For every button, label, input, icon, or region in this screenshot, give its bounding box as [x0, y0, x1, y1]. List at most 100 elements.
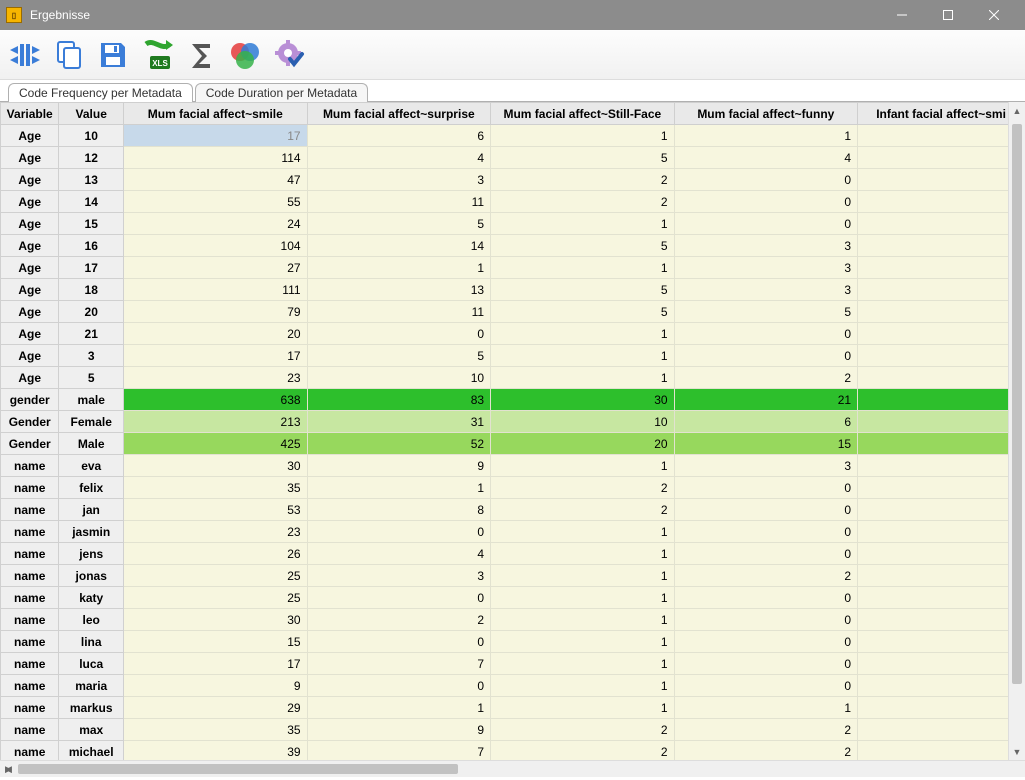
cell-data[interactable]: 0: [674, 543, 858, 565]
cell-data[interactable]: 2: [491, 741, 675, 761]
cell-data[interactable]: 0: [307, 631, 491, 653]
cell-data[interactable]: 25: [124, 587, 308, 609]
cell-data[interactable]: 1: [491, 587, 675, 609]
cell-data[interactable]: 13: [307, 279, 491, 301]
cell-data[interactable]: 1: [307, 477, 491, 499]
table-row[interactable]: namejasmin23010: [1, 521, 1025, 543]
cell-data[interactable]: 21: [674, 389, 858, 411]
cell-data[interactable]: 0: [674, 499, 858, 521]
cell-data[interactable]: 0: [307, 323, 491, 345]
table-row[interactable]: namemichael39722: [1, 741, 1025, 761]
cell-data[interactable]: 111: [124, 279, 308, 301]
cell-data[interactable]: [858, 455, 1025, 477]
cell-data[interactable]: 2: [674, 565, 858, 587]
cell-data[interactable]: [858, 323, 1025, 345]
cell-data[interactable]: 0: [674, 653, 858, 675]
cell-data[interactable]: 5: [491, 279, 675, 301]
cell-data[interactable]: [858, 169, 1025, 191]
cell-data[interactable]: 3: [674, 257, 858, 279]
cell-data[interactable]: 1: [491, 565, 675, 587]
cell-data[interactable]: 4: [307, 543, 491, 565]
cell-data[interactable]: 1: [307, 697, 491, 719]
table-row[interactable]: namejan53820: [1, 499, 1025, 521]
save-button[interactable]: [96, 38, 130, 72]
cell-data[interactable]: 10: [491, 411, 675, 433]
table-row[interactable]: Age1347320: [1, 169, 1025, 191]
cell-data[interactable]: 3: [674, 235, 858, 257]
cell-data[interactable]: 52: [307, 433, 491, 455]
col-smile[interactable]: Mum facial affect~smile: [124, 103, 308, 125]
cell-data[interactable]: [858, 213, 1025, 235]
cell-data[interactable]: 2: [674, 367, 858, 389]
col-funny[interactable]: Mum facial affect~funny: [674, 103, 858, 125]
cell-data[interactable]: 2: [491, 191, 675, 213]
table-row[interactable]: Age317510: [1, 345, 1025, 367]
horizontal-scrollbar[interactable]: ◀ ▶: [0, 760, 1025, 777]
cell-data[interactable]: 23: [124, 367, 308, 389]
cell-data[interactable]: 1: [491, 631, 675, 653]
cell-data[interactable]: [858, 697, 1025, 719]
cell-data[interactable]: [858, 235, 1025, 257]
horizontal-scroll-thumb[interactable]: [18, 764, 458, 774]
cell-data[interactable]: 0: [307, 521, 491, 543]
table-row[interactable]: nameeva30913: [1, 455, 1025, 477]
cell-data[interactable]: 35: [124, 719, 308, 741]
cell-data[interactable]: [858, 345, 1025, 367]
cell-data[interactable]: 23: [124, 521, 308, 543]
cell-data[interactable]: 5: [491, 235, 675, 257]
cell-data[interactable]: 53: [124, 499, 308, 521]
cell-data[interactable]: [858, 741, 1025, 761]
table-row[interactable]: Age1524510: [1, 213, 1025, 235]
cell-data[interactable]: 3: [674, 455, 858, 477]
cell-data[interactable]: 14: [307, 235, 491, 257]
cell-data[interactable]: 35: [124, 477, 308, 499]
cell-data[interactable]: 1: [491, 609, 675, 631]
cell-data[interactable]: 11: [307, 191, 491, 213]
cell-data[interactable]: [858, 411, 1025, 433]
table-row[interactable]: nameluca17710: [1, 653, 1025, 675]
cell-data[interactable]: 0: [307, 587, 491, 609]
cell-data[interactable]: 47: [124, 169, 308, 191]
cell-data[interactable]: [858, 719, 1025, 741]
cell-data[interactable]: 0: [674, 323, 858, 345]
cell-data[interactable]: 3: [674, 279, 858, 301]
scroll-down-arrow[interactable]: ▼: [1009, 743, 1025, 760]
cell-data[interactable]: 4: [307, 147, 491, 169]
cell-data[interactable]: 1: [491, 697, 675, 719]
cell-data[interactable]: 83: [307, 389, 491, 411]
cell-data[interactable]: 7: [307, 741, 491, 761]
maximize-button[interactable]: [925, 0, 971, 30]
cell-data[interactable]: 0: [674, 345, 858, 367]
cell-data[interactable]: 9: [307, 455, 491, 477]
cell-data[interactable]: 1: [491, 653, 675, 675]
table-row[interactable]: gendermale638833021: [1, 389, 1025, 411]
cell-data[interactable]: 1: [307, 257, 491, 279]
cell-data[interactable]: [858, 499, 1025, 521]
cell-data[interactable]: 1: [491, 675, 675, 697]
cell-data[interactable]: 31: [307, 411, 491, 433]
cell-data[interactable]: 8: [307, 499, 491, 521]
cell-data[interactable]: 29: [124, 697, 308, 719]
cell-data[interactable]: [858, 609, 1025, 631]
cell-data[interactable]: 0: [307, 675, 491, 697]
cell-data[interactable]: 104: [124, 235, 308, 257]
vertical-scroll-thumb[interactable]: [1012, 124, 1022, 684]
tab-code-duration[interactable]: Code Duration per Metadata: [195, 83, 368, 102]
cell-data[interactable]: 6: [674, 411, 858, 433]
cell-data[interactable]: 25: [124, 565, 308, 587]
cell-data[interactable]: 1: [674, 697, 858, 719]
col-infant-smile[interactable]: Infant facial affect~smi: [858, 103, 1025, 125]
table-row[interactable]: Age181111353: [1, 279, 1025, 301]
table-row[interactable]: namefelix35120: [1, 477, 1025, 499]
col-value[interactable]: Value: [59, 103, 124, 125]
cell-data[interactable]: 3: [307, 565, 491, 587]
export-excel-button[interactable]: XLS: [140, 38, 174, 72]
table-row[interactable]: namekaty25010: [1, 587, 1025, 609]
cell-data[interactable]: [858, 389, 1025, 411]
cell-data[interactable]: 2: [674, 741, 858, 761]
table-row[interactable]: nameleo30210: [1, 609, 1025, 631]
cell-data[interactable]: 0: [674, 169, 858, 191]
table-row[interactable]: Age161041453: [1, 235, 1025, 257]
table-row[interactable]: GenderMale425522015: [1, 433, 1025, 455]
cell-data[interactable]: 1: [491, 367, 675, 389]
